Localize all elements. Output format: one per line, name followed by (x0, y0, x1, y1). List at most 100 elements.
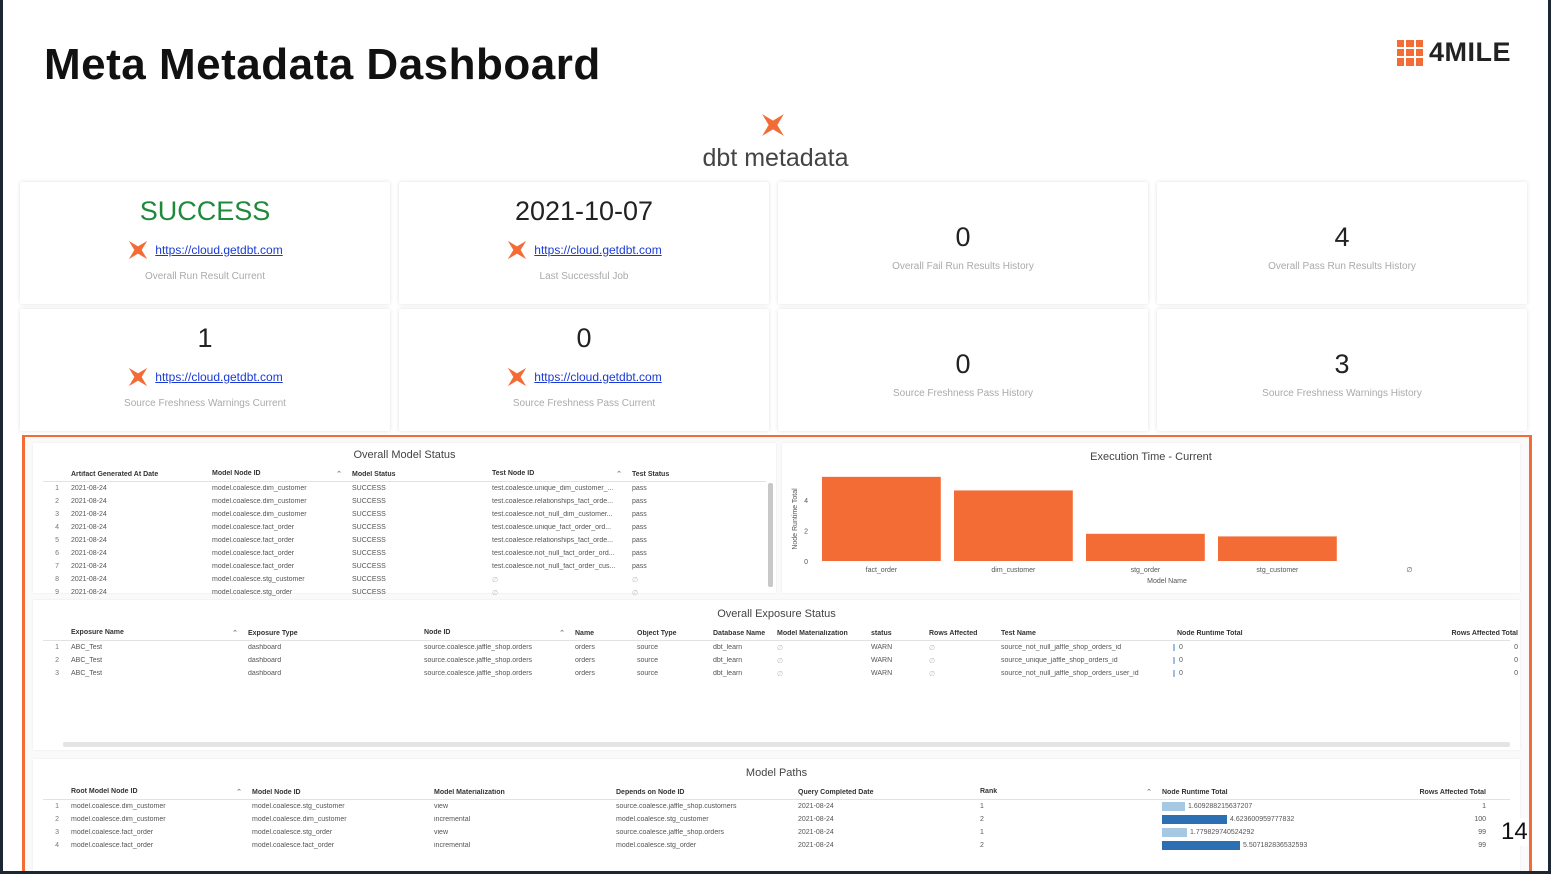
sort-icon[interactable]: ⌃ (336, 470, 342, 478)
table-row[interactable]: 8 2021-08-24 model.coalesce.stg_customer SU… (43, 573, 766, 586)
dbt-icon (129, 240, 148, 260)
table-row[interactable]: 2 model.coalesce.dim_customer model.coales… (43, 813, 1510, 826)
table-cell: model.coalesce.dim_customer (212, 485, 307, 492)
card-freshness-warnings-history: 3 Source Freshness Warnings History (1157, 309, 1527, 431)
dbt-cloud-link[interactable]: https://cloud.getdbt.com (399, 239, 769, 261)
table-cell: model.coalesce.fact_order (212, 550, 295, 557)
runtime-bar (1162, 828, 1187, 837)
table-cell: source.coalesce.jaffle_shop.orders (424, 644, 533, 651)
horizontal-scrollbar[interactable] (63, 742, 1510, 747)
table-cell: model.coalesce.dim_customer (212, 511, 307, 518)
column-header[interactable]: Exposure Type (244, 630, 420, 637)
table-cell: ∅ (929, 657, 936, 665)
column-header[interactable]: Rows Affected Total (1340, 789, 1490, 796)
panel-title: Overall Model Status (353, 449, 456, 461)
column-header[interactable]: Node ID ⌃ (420, 629, 571, 637)
column-header[interactable]: Model Materialization (773, 630, 867, 637)
card-label: Last Successful Job (539, 271, 629, 282)
table-cell: WARN (871, 657, 893, 664)
table-row[interactable]: 6 2021-08-24 model.coalesce.fact_order SUCC… (43, 547, 766, 560)
table-row[interactable]: 4 2021-08-24 model.coalesce.fact_order SUCC… (43, 521, 766, 534)
link-text[interactable]: https://cloud.getdbt.com (534, 243, 661, 257)
column-header[interactable]: Query Completed Date (794, 789, 976, 796)
table-cell: 0 (1514, 670, 1518, 677)
column-header[interactable]: Model Node ID (248, 789, 430, 796)
table-cell: 0 (1173, 657, 1349, 664)
column-header[interactable]: Node Runtime Total (1173, 630, 1349, 637)
table-row[interactable]: 2 ABC_Test dashboard source.coalesce.jaffle… (43, 654, 1518, 667)
table-cell: source.coalesce.jaffle_shop.orders (424, 657, 533, 664)
column-header[interactable]: Rows Affected Total (1349, 630, 1522, 637)
logo-grid-icon (1397, 39, 1423, 66)
column-header[interactable]: Model Materialization (430, 789, 612, 796)
column-header[interactable]: Depends on Node ID (612, 789, 794, 796)
column-header[interactable]: Database Name (709, 630, 773, 637)
table-row[interactable]: 3 2021-08-24 model.coalesce.dim_customer SU… (43, 508, 766, 521)
table-cell: source (637, 657, 659, 664)
table-cell: SUCCESS (352, 524, 386, 531)
column-header[interactable]: Test Node ID ⌃ (488, 470, 628, 478)
column-header[interactable]: Exposure Name ⌃ (67, 629, 244, 637)
table-row[interactable]: 2 2021-08-24 model.coalesce.dim_customer SU… (43, 495, 766, 508)
dbt-cloud-link[interactable]: https://cloud.getdbt.com (20, 366, 390, 388)
table-cell: pass (632, 524, 647, 531)
column-header[interactable]: Artifact Generated At Date (67, 471, 208, 478)
column-header[interactable]: Name (571, 630, 633, 637)
column-header[interactable]: Model Node ID ⌃ (208, 470, 348, 478)
table-cell: model.coalesce.fact_order (212, 563, 295, 570)
card-freshness-warnings-current: 1 https://cloud.getdbt.com Source Freshn… (20, 309, 390, 431)
table-row[interactable]: 3 ABC_Test dashboard source.coalesce.jaffle… (43, 667, 1518, 680)
column-header[interactable]: Test Status (628, 471, 748, 478)
table-cell: dashboard (248, 644, 282, 651)
column-header[interactable]: Root Model Node ID ⌃ (67, 788, 248, 796)
link-text[interactable]: https://cloud.getdbt.com (155, 243, 282, 257)
column-header[interactable]: status (867, 630, 925, 637)
dbt-cloud-link[interactable]: https://cloud.getdbt.com (20, 239, 390, 261)
link-text[interactable]: https://cloud.getdbt.com (534, 370, 661, 384)
table-cell: 100 (1474, 816, 1486, 823)
table-row[interactable]: 1 2021-08-24 model.coalesce.dim_customer SU… (43, 482, 766, 495)
table-cell: model.coalesce.fact_order (71, 829, 154, 836)
column-header[interactable]: Node Runtime Total (1158, 789, 1340, 796)
column-header[interactable]: Test Name (997, 630, 1173, 637)
column-header[interactable]: Rows Affected (925, 630, 997, 637)
table-cell: ∅ (777, 670, 784, 678)
sort-icon[interactable]: ⌃ (232, 629, 238, 637)
table-cell: source.coalesce.jaffle_shop.orders (424, 670, 533, 677)
table-row[interactable]: 9 2021-08-24 model.coalesce.stg_order SUCCE… (43, 586, 766, 599)
card-run-result-current: SUCCESS https://cloud.getdbt.com Overall… (20, 182, 390, 304)
card-label: Source Freshness Pass Current (512, 398, 656, 409)
vertical-scrollbar[interactable] (768, 483, 773, 587)
table-row[interactable]: 3 model.coalesce.fact_order model.coalesce… (43, 826, 1510, 839)
column-header[interactable]: Rank ⌃ (976, 788, 1158, 796)
table-row[interactable]: 5 2021-08-24 model.coalesce.fact_order SUCC… (43, 534, 766, 547)
table-cell: pass (632, 485, 647, 492)
table-cell: pass (632, 537, 647, 544)
column-header[interactable]: Object Type (633, 630, 709, 637)
row-number: 3 (55, 511, 59, 518)
table-row[interactable]: 4 model.coalesce.fact_order model.coalesce… (43, 839, 1510, 852)
sort-icon[interactable]: ⌃ (236, 788, 242, 796)
table-cell: SUCCESS (352, 485, 386, 492)
link-text[interactable]: https://cloud.getdbt.com (155, 370, 282, 384)
table-cell: dbt_learn (713, 644, 743, 651)
table-row[interactable]: 1 ABC_Test dashboard source.coalesce.jaffle… (43, 641, 1518, 654)
table-cell: SUCCESS (352, 498, 386, 505)
card-label: Overall Fail Run Results History (892, 261, 1034, 272)
sort-icon[interactable]: ⌃ (1146, 788, 1152, 796)
card-value: 4 (1334, 222, 1350, 252)
card-fail-run-history: 0 Overall Fail Run Results History (778, 182, 1148, 304)
sort-icon[interactable]: ⌃ (559, 629, 565, 637)
table-cell: 2 (980, 842, 984, 849)
column-header[interactable]: Model Status (348, 471, 488, 478)
table-cell: 0 (1514, 644, 1518, 651)
dashboard-subtitle: dbt metadata (702, 144, 849, 172)
runtime-value: 1.609288215637207 (1188, 803, 1253, 810)
table-row[interactable]: 1 model.coalesce.dim_customer model.coales… (43, 800, 1510, 813)
execution-time-panel: Execution Time - Current Node Runtime Tot… (782, 443, 1520, 593)
sort-icon[interactable]: ⌃ (616, 470, 622, 478)
runtime-value: 4.623600959777832 (1230, 816, 1295, 823)
dbt-cloud-link[interactable]: https://cloud.getdbt.com (399, 366, 769, 388)
table-row[interactable]: 7 2021-08-24 model.coalesce.fact_order SUCC… (43, 560, 766, 573)
table-cell: model.coalesce.stg_order (252, 829, 333, 836)
